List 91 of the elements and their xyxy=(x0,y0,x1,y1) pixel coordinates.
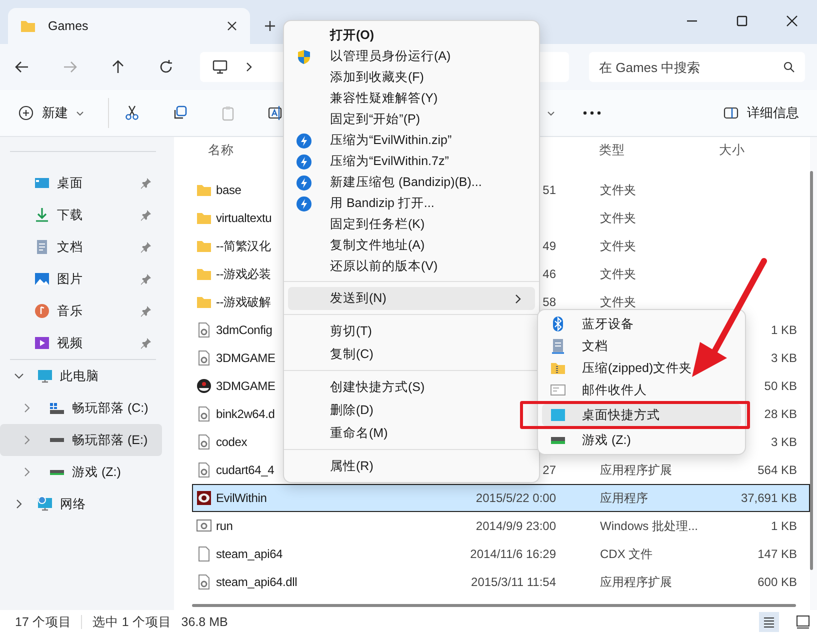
column-header[interactable]: 大小 xyxy=(719,142,810,158)
file-name: steam_api64.dll xyxy=(216,575,298,589)
item-count: 17 个项目 xyxy=(15,614,72,630)
file-type: 文件夹 xyxy=(600,182,636,196)
menu-item[interactable]: 重命名(M) xyxy=(288,422,535,445)
file-type: Windows 批处理... xyxy=(600,518,698,532)
details-pane-button[interactable]: 详细信息 xyxy=(717,100,805,126)
file-size: 564 KB xyxy=(758,463,797,477)
file-name: --游戏破解 xyxy=(216,294,271,310)
menu-item[interactable]: 添加到收藏夹(F) xyxy=(288,67,535,88)
menu-item[interactable]: 属性(R) xyxy=(288,455,535,478)
file-type: 应用程序扩展 xyxy=(600,462,672,476)
file-name: 3DMGAME xyxy=(216,379,276,393)
file-size: 600 KB xyxy=(758,575,797,589)
file-type: 应用程序 xyxy=(600,490,648,504)
date-modified: 2014/9/9 23:00 xyxy=(476,519,556,533)
file-size: 37,691 KB xyxy=(740,491,797,505)
menu-item[interactable]: 文档 xyxy=(542,335,741,357)
window-tab[interactable]: Games xyxy=(8,8,250,44)
file-size: 1 KB xyxy=(770,519,797,533)
file-type: 应用程序扩展 xyxy=(600,574,672,588)
file-type: 文件夹 xyxy=(600,266,636,280)
file-type: 文件夹 xyxy=(600,210,636,224)
date-modified: 2014/11/6 16:29 xyxy=(470,547,556,561)
date-modified: 2015/3/11 11:54 xyxy=(471,575,556,589)
file-size: 3 KB xyxy=(770,435,797,449)
file-name: bink2w64.d xyxy=(216,407,275,421)
file-name: 3DMGAME xyxy=(216,351,276,365)
file-type: 文件夹 xyxy=(600,294,636,308)
date-modified: 2015/5/22 0:00 xyxy=(476,491,556,505)
menu-item[interactable]: 以管理员身份运行(A) xyxy=(288,46,535,67)
file-name: --游戏必装 xyxy=(216,266,271,282)
file-size: 28 KB xyxy=(764,407,797,421)
file-type: CDX 文件 xyxy=(600,546,653,560)
menu-item[interactable]: 剪切(T) xyxy=(288,320,535,343)
file-name: steam_api64 xyxy=(216,547,283,561)
menu-item[interactable]: 压缩为“EvilWithin.7z” xyxy=(288,151,535,172)
file-row[interactable]: EvilWithin 2015/5/22 0:00 应用程序 37,691 KB xyxy=(192,484,810,512)
date-modified: 46 xyxy=(542,267,556,281)
file-name: virtualtextu xyxy=(216,211,272,225)
menu-item[interactable]: 发送到(N) xyxy=(288,287,535,310)
file-name: codex xyxy=(216,435,248,449)
search-field[interactable]: 在 Games 中搜索 xyxy=(589,52,805,82)
menu-item[interactable]: 压缩(zipped)文件夹 xyxy=(542,357,741,379)
menu-item[interactable]: 打开(O) xyxy=(288,25,535,46)
date-modified: 49 xyxy=(542,239,556,253)
sidebar-item[interactable]: 文档 xyxy=(0,231,162,263)
date-modified: 51 xyxy=(542,183,556,197)
file-name: EvilWithin xyxy=(216,491,267,505)
new-button[interactable]: 新建 xyxy=(12,100,90,126)
menu-item[interactable]: 用 Bandizip 打开... xyxy=(288,193,535,214)
menu-item[interactable]: 创建快捷方式(S) xyxy=(288,376,535,399)
menu-item[interactable]: 邮件收件人 xyxy=(542,379,741,401)
menu-item[interactable]: 蓝牙设备 xyxy=(542,313,741,335)
file-size: 147 KB xyxy=(758,547,797,561)
sidebar-item[interactable]: 桌面 xyxy=(0,167,162,199)
date-modified: 58 xyxy=(542,295,556,309)
file-type: 文件夹 xyxy=(600,238,636,252)
tree-item[interactable]: 畅玩部落 (E:) xyxy=(0,424,162,456)
selection-size: 36.8 MB xyxy=(181,615,228,629)
tree-item[interactable]: 此电脑 xyxy=(0,360,162,392)
menu-item[interactable]: 新建压缩包 (Bandizip)(B)... xyxy=(288,172,535,193)
menu-item[interactable]: 复制(C) xyxy=(288,343,535,366)
menu-item[interactable]: 压缩为“EvilWithin.zip” xyxy=(288,130,535,151)
sidebar-item[interactable]: 视频 xyxy=(0,327,162,359)
sidebar-item[interactable]: 图片 xyxy=(0,263,162,295)
menu-item[interactable]: 兼容性疑难解答(Y) xyxy=(288,88,535,109)
menu-item[interactable]: 还原以前的版本(V) xyxy=(288,256,535,277)
file-name: --简繁汉化 xyxy=(216,238,271,254)
column-header[interactable]: 类型 xyxy=(555,142,719,158)
tab-title: Games xyxy=(48,19,90,33)
file-name: cudart64_4 xyxy=(216,463,274,477)
sidebar-item[interactable]: 音乐 xyxy=(0,295,162,327)
date-modified: 27 xyxy=(542,463,556,477)
file-size: 50 KB xyxy=(764,379,797,393)
file-name: 3dmConfig xyxy=(216,323,272,337)
menu-item[interactable]: 删除(D) xyxy=(288,399,535,422)
tree-item[interactable]: 游戏 (Z:) xyxy=(0,456,162,488)
menu-item[interactable]: 固定到任务栏(K) xyxy=(288,214,535,235)
selection-count: 选中 1 个项目 xyxy=(92,614,172,630)
menu-item[interactable]: 固定到“开始”(P) xyxy=(288,109,535,130)
file-name: run xyxy=(216,519,233,533)
file-size: 3 KB xyxy=(770,351,797,365)
tree-item[interactable]: 网络 xyxy=(0,488,162,520)
menu-item[interactable]: 桌面快捷方式 xyxy=(542,404,741,426)
file-name: base xyxy=(216,183,242,197)
file-size: 1 KB xyxy=(770,323,797,337)
tree-item[interactable]: 畅玩部落 (C:) xyxy=(0,392,162,424)
menu-item[interactable]: 复制文件地址(A) xyxy=(288,235,535,256)
sidebar-item[interactable]: 下载 xyxy=(0,199,162,231)
menu-item[interactable]: 游戏 (Z:) xyxy=(542,429,741,451)
